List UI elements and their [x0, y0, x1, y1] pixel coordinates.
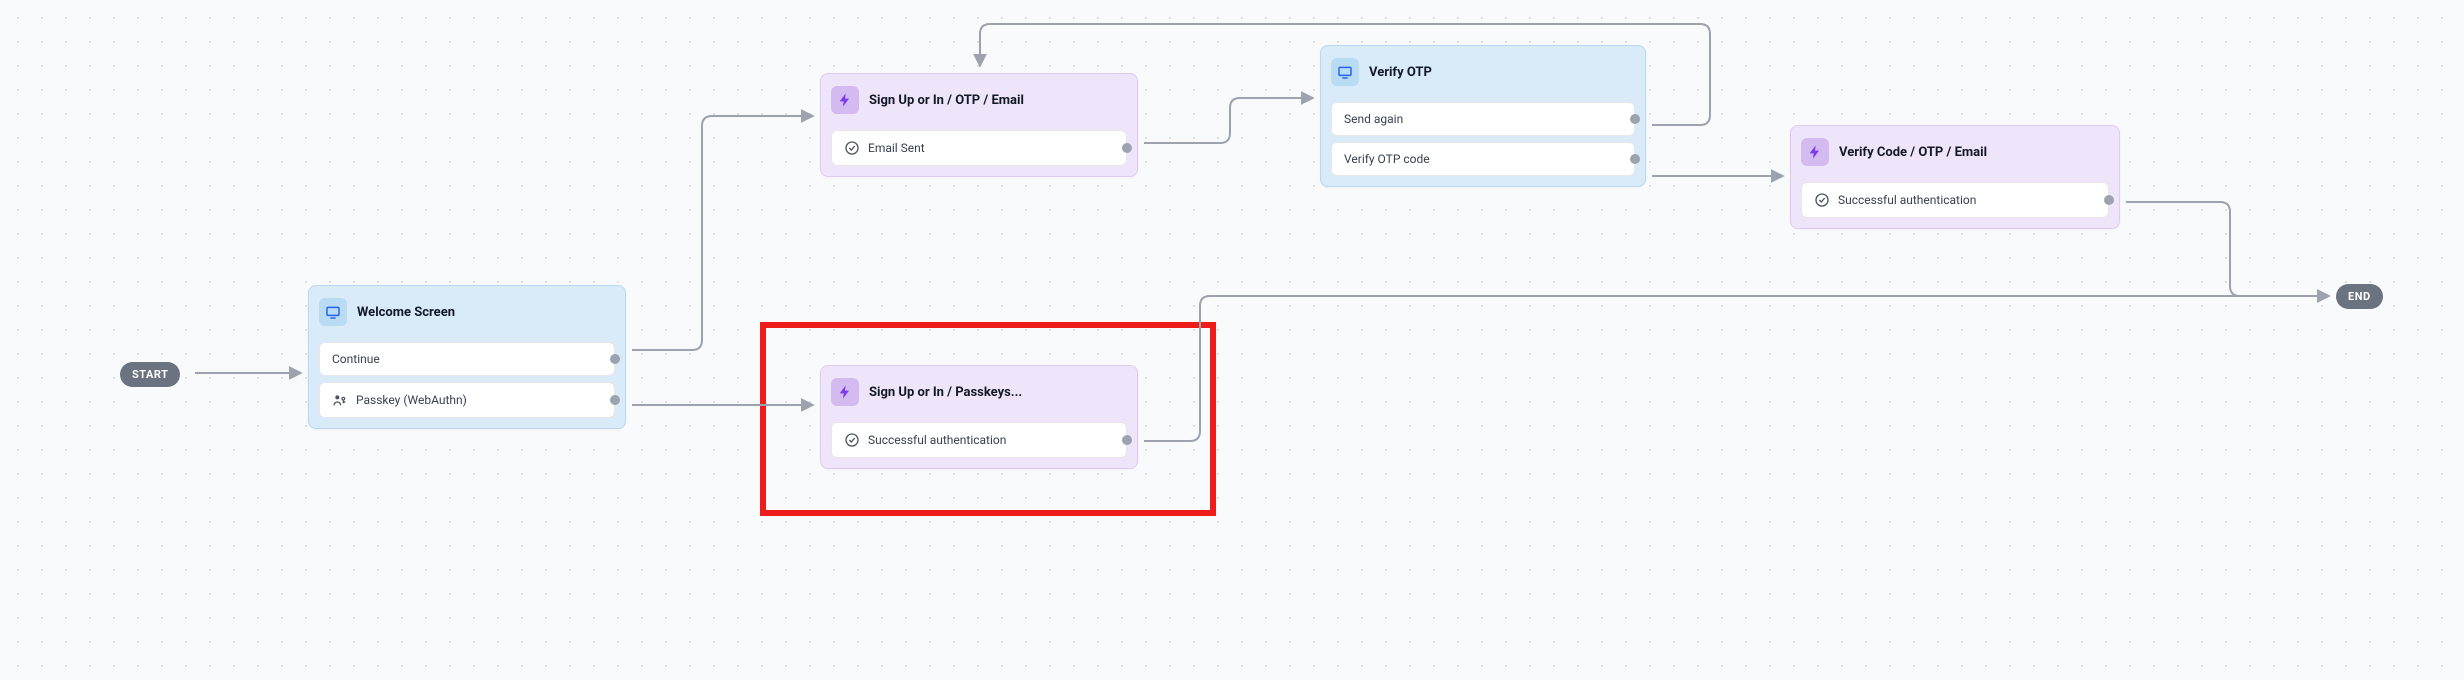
row-successful-auth[interactable]: Successful authentication [1801, 182, 2109, 218]
passkey-icon [332, 392, 348, 408]
row-label: Continue [332, 352, 380, 366]
flow-canvas[interactable]: START END Welcome Screen Continue [0, 0, 2464, 680]
row-label: Email Sent [868, 141, 925, 155]
row-label: Passkey (WebAuthn) [356, 393, 467, 407]
row-label: Send again [1344, 112, 1403, 126]
node-title: Sign Up or In / Passkeys... [869, 385, 1022, 400]
bolt-icon [831, 86, 859, 114]
node-title: Verify OTP [1369, 65, 1432, 80]
start-pill: START [120, 362, 180, 387]
bolt-icon [831, 378, 859, 406]
output-port-icon[interactable] [1630, 114, 1640, 124]
node-title: Sign Up or In / OTP / Email [869, 93, 1024, 108]
row-label: Successful authentication [868, 433, 1006, 447]
row-continue[interactable]: Continue [319, 342, 615, 376]
node-title: Welcome Screen [357, 305, 455, 320]
output-port-icon[interactable] [1630, 154, 1640, 164]
node-verify-otp[interactable]: Verify OTP Send again Verify OTP code [1320, 45, 1646, 187]
output-port-icon[interactable] [2104, 195, 2114, 205]
node-signup-passkeys[interactable]: Sign Up or In / Passkeys... Successful a… [820, 365, 1138, 469]
node-header: Sign Up or In / Passkeys... [831, 374, 1127, 416]
output-port-icon[interactable] [1122, 435, 1132, 445]
output-port-icon[interactable] [1122, 143, 1132, 153]
row-label: Verify OTP code [1344, 152, 1430, 166]
check-icon [1814, 192, 1830, 208]
check-icon [844, 432, 860, 448]
node-header: Verify Code / OTP / Email [1801, 134, 2109, 176]
bolt-icon [1801, 138, 1829, 166]
node-welcome-screen[interactable]: Welcome Screen Continue Passkey (WebAuth… [308, 285, 626, 429]
screen-icon [1331, 58, 1359, 86]
node-title: Verify Code / OTP / Email [1839, 145, 1987, 160]
output-port-icon[interactable] [610, 354, 620, 364]
row-send-again[interactable]: Send again [1331, 102, 1635, 136]
node-header: Verify OTP [1331, 54, 1635, 96]
row-email-sent[interactable]: Email Sent [831, 130, 1127, 166]
screen-icon [319, 298, 347, 326]
node-header: Sign Up or In / OTP / Email [831, 82, 1127, 124]
row-successful-auth[interactable]: Successful authentication [831, 422, 1127, 458]
row-label: Successful authentication [1838, 193, 1976, 207]
check-icon [844, 140, 860, 156]
output-port-icon[interactable] [610, 395, 620, 405]
end-pill: END [2336, 284, 2383, 309]
row-verify-otp-code[interactable]: Verify OTP code [1331, 142, 1635, 176]
node-verify-code[interactable]: Verify Code / OTP / Email Successful aut… [1790, 125, 2120, 229]
row-passkey[interactable]: Passkey (WebAuthn) [319, 382, 615, 418]
node-header: Welcome Screen [319, 294, 615, 336]
node-signup-otp[interactable]: Sign Up or In / OTP / Email Email Sent [820, 73, 1138, 177]
